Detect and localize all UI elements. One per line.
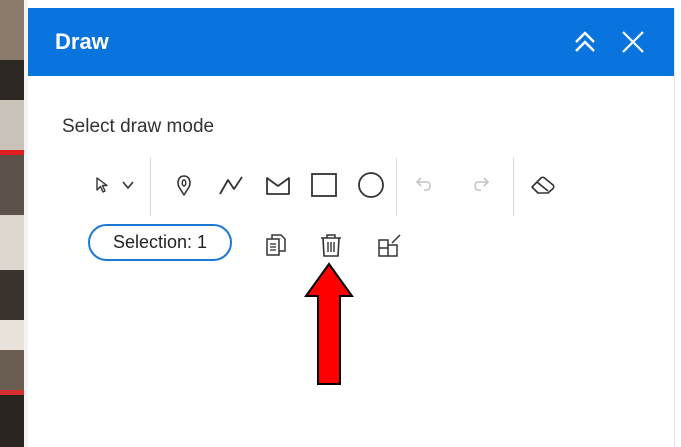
copy-button[interactable]	[259, 228, 293, 262]
rectangle-icon	[311, 173, 337, 197]
point-tool[interactable]	[167, 168, 201, 202]
toolbar-separator	[396, 158, 397, 216]
redo-button[interactable]	[464, 168, 498, 202]
copy-icon	[266, 234, 286, 256]
undo-icon	[415, 177, 431, 191]
double-chevron-up-icon	[575, 31, 595, 52]
edit-selection-icon	[378, 234, 401, 257]
panel-title: Draw	[55, 29, 109, 54]
select-dropdown[interactable]	[115, 168, 141, 202]
polyline-tool[interactable]	[214, 168, 248, 202]
eraser-icon	[531, 176, 555, 194]
redo-icon	[474, 177, 490, 191]
trash-icon	[321, 234, 341, 257]
polygon-tool[interactable]	[261, 168, 295, 202]
toolbar-separator	[150, 158, 151, 216]
polygon-icon	[266, 177, 290, 195]
close-button[interactable]	[618, 27, 648, 57]
close-icon	[622, 31, 644, 53]
polyline-icon	[219, 176, 243, 195]
undo-button[interactable]	[407, 168, 441, 202]
point-pin-icon	[177, 175, 191, 196]
red-arrow-annotation	[304, 262, 354, 385]
cursor-icon	[96, 177, 108, 193]
edit-selection-button[interactable]	[372, 228, 406, 262]
rectangle-tool[interactable]	[307, 168, 341, 202]
delete-button[interactable]	[314, 228, 348, 262]
selection-count-chip[interactable]: Selection: 1	[88, 224, 232, 261]
background-map	[0, 0, 24, 447]
draw-mode-label: Select draw mode	[62, 116, 215, 137]
chevron-down-icon	[122, 181, 134, 190]
clear-button[interactable]	[526, 168, 560, 202]
circle-icon	[358, 172, 384, 198]
toolbar-separator	[513, 158, 514, 216]
panel-header: Draw	[28, 8, 674, 76]
collapse-button[interactable]	[570, 27, 600, 57]
circle-tool[interactable]	[354, 168, 388, 202]
